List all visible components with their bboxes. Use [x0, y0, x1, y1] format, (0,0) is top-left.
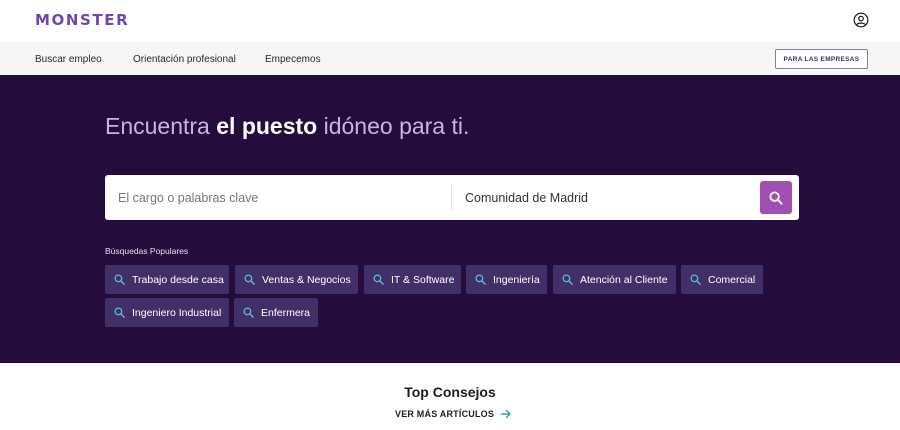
popular-search-chip[interactable]: Ingeniero Industrial — [105, 298, 229, 327]
search-icon — [114, 274, 125, 285]
main-nav: Buscar empleo Orientación profesional Em… — [0, 42, 900, 75]
user-circle-icon[interactable] — [853, 12, 869, 28]
chip-label: Ingeniero Industrial — [132, 306, 222, 319]
nav-link-empecemos[interactable]: Empecemos — [265, 54, 321, 65]
popular-search-chip[interactable]: Trabajo desde casa — [105, 265, 229, 294]
popular-search-chip[interactable]: Enfermera — [234, 298, 318, 327]
top-header: MONSTER — [0, 0, 900, 42]
see-more-articles-label: VER MÁS ARTÍCULOS — [395, 409, 495, 419]
chip-label: Trabajo desde casa — [132, 273, 224, 286]
popular-search-chip[interactable]: Comercial — [681, 265, 763, 294]
popular-search-chip[interactable]: Atención al Cliente — [553, 265, 676, 294]
top-tips-title: Top Consejos — [404, 384, 496, 400]
search-icon — [244, 274, 255, 285]
chip-label: IT & Software — [391, 273, 455, 286]
search-button[interactable] — [760, 181, 792, 214]
hero-title-part2: idóneo para ti. — [317, 113, 470, 139]
search-icon — [114, 307, 125, 318]
job-search-form — [105, 175, 799, 220]
see-more-articles-link[interactable]: VER MÁS ARTÍCULOS — [395, 408, 512, 420]
search-icon — [769, 191, 783, 205]
keywords-input[interactable] — [118, 175, 448, 220]
arrow-right-icon — [500, 409, 511, 419]
chip-label: Ingeniería — [493, 273, 540, 286]
search-icon — [373, 274, 384, 285]
popular-searches-label: Búsquedas Populares — [105, 246, 189, 256]
hero-title: Encuentra el puesto idóneo para ti. — [105, 113, 469, 140]
hero-title-emphasis: el puesto — [216, 113, 318, 139]
search-divider — [451, 185, 452, 210]
hero-title-part1: Encuentra — [105, 113, 217, 139]
popular-search-chip[interactable]: IT & Software — [364, 265, 461, 294]
chip-label: Ventas & Negocios — [262, 273, 351, 286]
nav-link-orientacion-profesional[interactable]: Orientación profesional — [133, 54, 236, 65]
search-icon — [243, 307, 254, 318]
search-icon — [562, 274, 573, 285]
search-icon — [690, 274, 701, 285]
chip-label: Comercial — [708, 273, 756, 286]
monster-logo[interactable]: MONSTER — [35, 11, 129, 29]
popular-search-chip[interactable]: Ingeniería — [466, 265, 547, 294]
business-button[interactable]: PARA LAS EMPRESAS — [775, 49, 868, 69]
location-input[interactable] — [465, 175, 755, 220]
chip-label: Atención al Cliente — [580, 273, 668, 286]
hero-section: Encuentra el puesto idóneo para ti. Búsq… — [0, 75, 900, 363]
nav-link-buscar-empleo[interactable]: Buscar empleo — [35, 54, 102, 65]
chip-label: Enfermera — [261, 306, 311, 319]
popular-search-chip[interactable]: Ventas & Negocios — [235, 265, 358, 294]
search-icon — [475, 274, 486, 285]
